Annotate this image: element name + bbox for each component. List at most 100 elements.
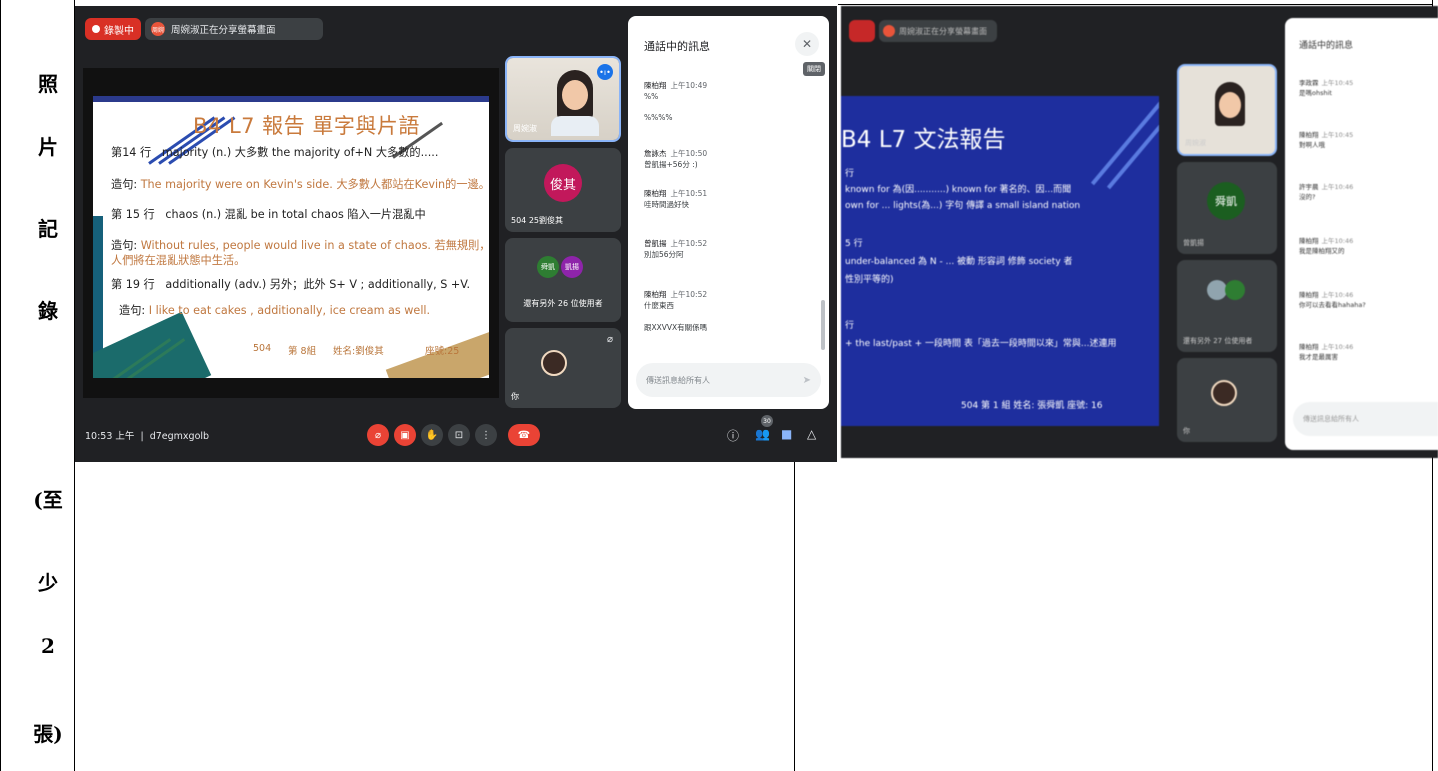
slide-footer: 504 第 1 組 姓名: 張舜凱 座號: 16 — [961, 401, 1103, 411]
leave-call-button[interactable]: ☎ — [508, 424, 540, 446]
chat-body: 你可以去看看hahaha? — [1299, 301, 1366, 309]
recording-indicator[interactable]: 錄製中 — [85, 18, 141, 40]
slide-line-example: The majority were on Kevin's side. 大多數人都… — [140, 178, 489, 191]
participant-name: 你 — [1183, 427, 1190, 435]
chat-input[interactable]: 傳送訊息給所有人 ➤ — [636, 363, 821, 397]
self-avatar — [1211, 380, 1237, 406]
activities-icon[interactable]: △ — [807, 427, 816, 441]
document-sheet: 照 片 記 錄 (至 少 2 張) 錄製中 周婉 周婉淑正在分享螢幕畫面 B4 … — [0, 0, 1438, 771]
table-border-middle — [794, 462, 795, 771]
slide-line: 5 行 — [845, 239, 863, 249]
participant-body — [551, 116, 599, 136]
meeting-info: 10:53 上午 | d7egmxgolb — [85, 428, 209, 442]
row-label-char: 片 — [38, 135, 58, 159]
participant-tile-others[interactable]: 還有另外 27 位使用者 — [1177, 260, 1277, 352]
chat-time: 上午10:52 — [670, 239, 708, 248]
chat-message: 曾凱揚 上午10:52 別加56分阿 — [644, 238, 707, 260]
more-options-button[interactable]: ⋮ — [475, 424, 497, 446]
chat-sender: 許宇晨 — [1299, 183, 1319, 191]
chat-sender: 陳柏翔 — [644, 290, 667, 299]
chat-sender: 陳柏翔 — [1299, 237, 1319, 245]
mic-off-button[interactable]: ⌀ — [367, 424, 389, 446]
slide-line-label: 第14 行 — [111, 146, 152, 159]
chat-body: 什麼東西 — [644, 301, 674, 310]
chat-sender: 陳柏翔 — [1299, 343, 1319, 351]
meet-screenshot-2: 周婉淑正在分享螢幕畫面 B4 L7 文法報告 行 known for 為(因..… — [841, 6, 1438, 458]
participant-tile-self[interactable]: ⌀ 你 — [505, 328, 621, 408]
participant-name: 你 — [511, 392, 519, 401]
chat-panel: 通話中的訊息 李政霖 上午10:45 是嗎ohshit 陳柏翔 上午10:45 對啊人哦… — [1285, 18, 1438, 450]
chat-input-placeholder: 傳送訊息給所有人 — [1303, 415, 1359, 423]
presenter-avatar: 周婉 — [151, 22, 165, 36]
chat-message: 跟XXVVX有關係嗎 — [644, 322, 707, 333]
presenting-text: 周婉淑正在分享螢幕畫面 — [899, 26, 987, 36]
self-avatar — [541, 350, 567, 376]
chat-input-placeholder: 傳送訊息給所有人 — [646, 375, 710, 385]
clock-time: 10:53 上午 — [85, 431, 135, 442]
send-icon[interactable]: ➤ — [803, 375, 811, 386]
camera-off-button[interactable]: ▣ — [394, 424, 416, 446]
chat-body: 我是陳柏翔又的 — [1299, 247, 1345, 255]
chat-time: 上午10:46 — [1321, 183, 1354, 191]
chat-scrollbar[interactable] — [821, 300, 825, 350]
meet-screenshot-1: 錄製中 周婉 周婉淑正在分享螢幕畫面 B4 L7 報告 單字與片語 第14 行 — [75, 6, 837, 462]
slide-line: 性別平等的) — [845, 275, 894, 285]
slide-title: B4 L7 文法報告 — [841, 127, 1006, 153]
close-icon[interactable]: ✕ — [795, 32, 819, 56]
chat-time: 上午10:46 — [1321, 291, 1354, 299]
participant-avatar — [1207, 280, 1227, 300]
control-bar: 10:53 上午 | d7egmxgolb ⌀ ▣ ✋ ⊡ ⋮ ☎ ⓘ 30 👥… — [75, 410, 837, 462]
people-icon[interactable]: 👥 — [755, 427, 770, 441]
participant-tile-teacher[interactable]: •ı• 周婉淑 — [505, 56, 621, 142]
info-icon[interactable]: ⓘ — [727, 427, 739, 444]
participant-tile-student[interactable]: 舜凱 曾凱揚 — [1177, 162, 1277, 254]
slide-decoration — [93, 216, 103, 356]
raise-hand-button[interactable]: ✋ — [421, 424, 443, 446]
recording-indicator[interactable] — [849, 20, 875, 42]
presenting-banner[interactable]: 周婉淑正在分享螢幕畫面 — [879, 20, 997, 42]
chat-time: 上午10:52 — [670, 290, 708, 299]
present-button[interactable]: ⊡ — [448, 424, 470, 446]
participant-face — [1219, 92, 1241, 118]
chat-title: 通話中的訊息 — [644, 40, 710, 53]
participant-name: 504 25劉俊其 — [511, 216, 563, 225]
chat-title: 通話中的訊息 — [1299, 41, 1354, 51]
slide-line-text: additionally (adv.) 另外；此外 S+ V ; additio… — [165, 278, 471, 291]
participant-tile-others[interactable]: 舜凱 凱揚 還有另外 26 位使用者 — [505, 238, 621, 322]
participants-badge: 30 — [761, 415, 773, 427]
chat-sender: 李政霖 — [1299, 79, 1319, 87]
chat-message: 陳柏翔 上午10:46 你可以去看看hahaha? — [1299, 290, 1366, 310]
slide-line-text: majority (n.) 大多數 the majority of+N 大多數的… — [161, 146, 439, 159]
presenter-avatar — [883, 25, 895, 37]
others-count: 還有另外 27 位使用者 — [1183, 337, 1253, 345]
participant-avatar: 俊其 — [544, 164, 582, 202]
slide-line-example: Without rules, people would live in a st… — [140, 239, 489, 252]
participant-tile-teacher[interactable]: 周婉淑 — [1177, 64, 1277, 156]
chat-sender: 陳柏翔 — [644, 81, 667, 90]
slide-line-label: 造句: — [111, 239, 138, 252]
chat-time: 上午10:46 — [1321, 343, 1354, 351]
chat-body: 哇時間過好快 — [644, 200, 689, 209]
chat-message: 許宇晨 上午10:46 沒的? — [1299, 182, 1353, 202]
chat-sender: 陳柏翔 — [644, 189, 667, 198]
participant-face — [562, 80, 588, 110]
participant-tile-student[interactable]: 俊其 504 25劉俊其 — [505, 148, 621, 232]
chat-message: 李政霖 上午10:45 是嗎ohshit — [1299, 78, 1353, 98]
chat-input[interactable]: 傳送訊息給所有人 — [1293, 402, 1438, 436]
slide-line: 第 19 行 additionally (adv.) 另外；此外 S+ V ; … — [111, 276, 470, 292]
chat-message: 陳柏翔 上午10:46 我才是最厲害 — [1299, 342, 1353, 362]
chat-body: 我才是最厲害 — [1299, 353, 1338, 361]
participant-tile-self[interactable]: 你 — [1177, 358, 1277, 442]
chat-panel: 通話中的訊息 ✕ 關閉 陳柏翔 上午10:49 %% %%%% 詹詠杰 上午10:5… — [628, 16, 829, 409]
presenting-banner[interactable]: 周婉 周婉淑正在分享螢幕畫面 — [145, 18, 323, 40]
slide-line: 人們將在混亂狀態中生活。 — [111, 252, 245, 268]
chat-sender: 曾凱揚 — [644, 239, 667, 248]
slide-decoration — [93, 311, 212, 378]
chat-time: 上午10:50 — [670, 149, 708, 158]
chat-message: 陳柏翔 上午10:45 對啊人哦 — [1299, 130, 1353, 150]
meeting-code: d7egmxgolb — [149, 431, 210, 442]
chat-message: 詹詠杰 上午10:50 曾凱揚+56分 :) — [644, 148, 707, 170]
chat-icon[interactable]: ■ — [781, 427, 792, 441]
others-count: 還有另外 26 位使用者 — [523, 299, 603, 308]
shared-screen: B4 L7 報告 單字與片語 第14 行 majority (n.) 大多數 t… — [83, 68, 499, 398]
